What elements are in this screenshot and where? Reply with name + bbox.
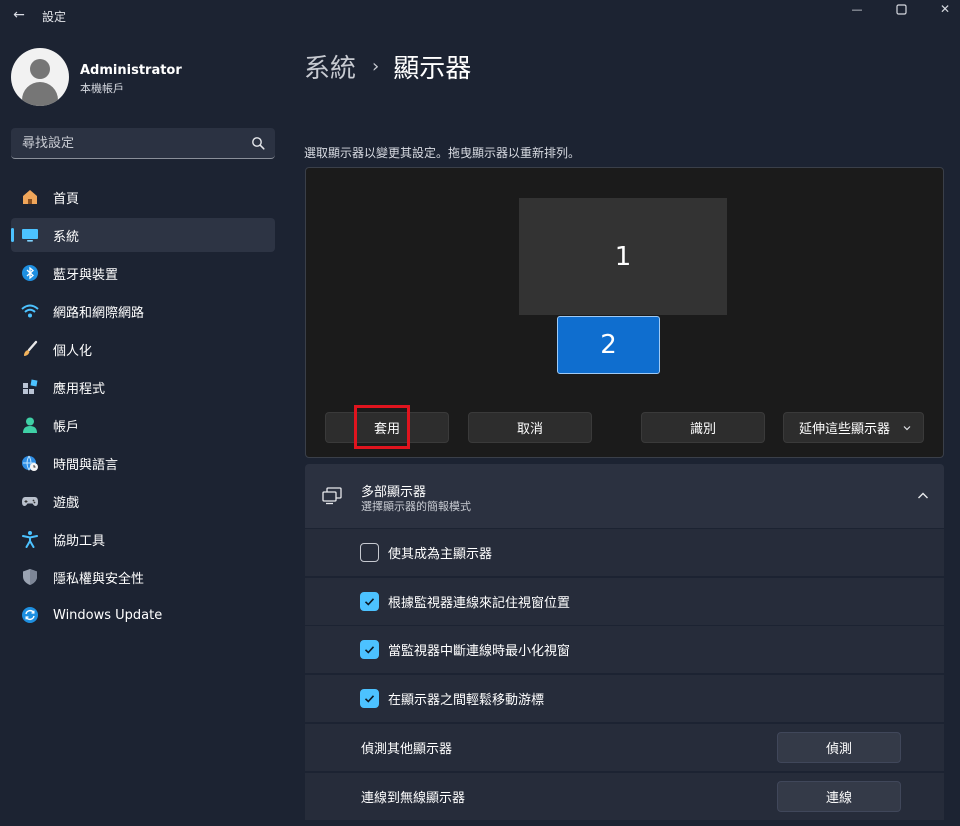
sidebar-item-label: Windows Update — [53, 607, 163, 623]
sidebar-item-label: 時間與語言 — [53, 457, 119, 473]
avatar[interactable] — [11, 48, 69, 106]
move-cursor-checkbox[interactable] — [360, 689, 379, 708]
chevron-down-icon — [903, 425, 911, 430]
maximize-icon — [895, 3, 907, 15]
monitor-1[interactable]: 1 — [519, 198, 727, 315]
search-input[interactable] — [11, 128, 241, 158]
back-arrow-icon: ← — [13, 7, 25, 23]
accessibility-icon — [21, 530, 39, 548]
cancel-button[interactable]: 取消 — [468, 412, 592, 443]
monitor-2[interactable]: 2 — [557, 316, 660, 374]
close-button[interactable]: ✕ — [922, 0, 960, 18]
person-icon — [21, 416, 39, 434]
title-bar: ← 設定 — ✕ — [0, 0, 960, 32]
gamepad-icon — [21, 492, 39, 510]
option-row-main-display: 使其成為主顯示器 — [305, 529, 944, 576]
option-label: 在顯示器之間輕鬆移動游標 — [388, 693, 545, 708]
multiple-displays-icon — [322, 487, 342, 505]
page-title: 顯示器 — [393, 54, 472, 84]
multiple-displays-header[interactable]: 多部顯示器 選擇顯示器的簡報模式 — [305, 464, 944, 528]
account-name: Administrator — [80, 63, 182, 78]
sidebar-item-home[interactable]: 首頁 — [11, 180, 275, 214]
breadcrumb-separator-icon: › — [372, 56, 380, 77]
connect-button[interactable]: 連線 — [777, 781, 901, 812]
sidebar-item-network[interactable]: 網路和網際網路 — [11, 294, 275, 328]
brush-icon — [21, 340, 39, 358]
remember-windows-checkbox[interactable] — [360, 592, 379, 611]
breadcrumb: 系統 › 顯示器 — [304, 48, 471, 85]
shield-icon — [21, 568, 39, 586]
minimize-windows-checkbox[interactable] — [360, 640, 379, 659]
checkmark-icon — [364, 598, 375, 606]
detect-button[interactable]: 偵測 — [777, 732, 901, 763]
detect-label: 偵測其他顯示器 — [361, 742, 453, 757]
checkmark-icon — [364, 646, 375, 654]
option-row-wireless: 連線到無線顯示器 連線 — [305, 773, 944, 820]
breadcrumb-parent-system[interactable]: 系統 — [304, 48, 356, 85]
sidebar-item-privacy[interactable]: 隱私權與安全性 — [11, 560, 275, 594]
option-label: 當監視器中斷連線時最小化視窗 — [388, 644, 571, 659]
sidebar-item-label: 應用程式 — [53, 381, 106, 397]
wifi-icon — [21, 302, 39, 320]
maximize-button[interactable] — [878, 0, 924, 18]
minimize-button[interactable]: — — [834, 0, 880, 18]
display-mode-dropdown[interactable]: 延伸這些顯示器 — [783, 412, 924, 443]
arrangement-hint: 選取顯示器以變更其設定。拖曳顯示器以重新排列。 — [304, 146, 581, 160]
home-icon — [21, 188, 39, 206]
sidebar-item-label: 協助工具 — [53, 533, 106, 549]
globe-clock-icon — [21, 454, 39, 472]
close-icon: ✕ — [939, 2, 951, 16]
sidebar-item-time-language[interactable]: 時間與語言 — [11, 446, 275, 480]
sidebar-item-label: 遊戲 — [53, 495, 80, 511]
sidebar-item-label: 隱私權與安全性 — [53, 571, 145, 587]
option-label: 使其成為主顯示器 — [388, 547, 493, 562]
account-type: 本機帳戶 — [80, 82, 124, 95]
monitor-label: 2 — [600, 330, 617, 360]
system-display-icon — [21, 226, 39, 244]
search-icon[interactable] — [251, 136, 265, 150]
sidebar-item-accessibility[interactable]: 協助工具 — [11, 522, 275, 556]
apply-highlight-box — [354, 405, 410, 449]
sidebar-item-bluetooth[interactable]: 藍牙與裝置 — [11, 256, 275, 290]
option-row-move-cursor: 在顯示器之間輕鬆移動游標 — [305, 675, 944, 722]
avatar-body-shape — [22, 82, 58, 106]
display-mode-value: 延伸這些顯示器 — [798, 422, 890, 437]
sidebar-item-apps[interactable]: 應用程式 — [11, 370, 275, 404]
display-arrangement-panel: 1 2 套用 取消 識別 延伸這些顯示器 — [305, 167, 944, 458]
bluetooth-icon — [21, 264, 39, 282]
sidebar-item-label: 藍牙與裝置 — [53, 267, 119, 283]
sidebar-item-label: 帳戶 — [53, 419, 80, 435]
avatar-head-shape — [30, 59, 50, 79]
update-icon — [21, 606, 39, 624]
multiple-displays-subtitle: 選擇顯示器的簡報模式 — [361, 500, 471, 513]
option-row-detect: 偵測其他顯示器 偵測 — [305, 724, 944, 771]
chevron-up-icon[interactable] — [916, 489, 930, 503]
sidebar-nav: 首頁 系統 藍牙與裝置 網路和網際網路 個人化 應用程式 帳戶 時間與語言 遊戲… — [11, 180, 275, 636]
option-label: 根據監視器連線來記住視窗位置 — [388, 596, 571, 611]
sidebar-item-gaming[interactable]: 遊戲 — [11, 484, 275, 518]
wireless-label: 連線到無線顯示器 — [361, 791, 466, 806]
main-display-checkbox[interactable] — [360, 543, 379, 562]
app-title: 設定 — [42, 10, 67, 24]
apps-icon — [21, 378, 39, 396]
option-row-minimize-windows: 當監視器中斷連線時最小化視窗 — [305, 626, 944, 673]
sidebar-item-windows-update[interactable]: Windows Update — [11, 598, 275, 632]
sidebar-item-personalization[interactable]: 個人化 — [11, 332, 275, 366]
identify-button[interactable]: 識別 — [641, 412, 765, 443]
sidebar-item-label: 網路和網際網路 — [53, 305, 145, 321]
sidebar-item-label: 首頁 — [53, 191, 80, 207]
sidebar-item-system[interactable]: 系統 — [11, 218, 275, 252]
monitor-label: 1 — [614, 241, 632, 272]
search-box[interactable] — [11, 128, 275, 159]
checkmark-icon — [364, 695, 375, 703]
sidebar-item-label: 個人化 — [53, 343, 93, 359]
minimize-icon: — — [851, 2, 863, 16]
sidebar-item-accounts[interactable]: 帳戶 — [11, 408, 275, 442]
sidebar-item-label: 系統 — [53, 229, 80, 245]
back-button[interactable]: ← — [8, 4, 30, 26]
option-row-remember-windows: 根據監視器連線來記住視窗位置 — [305, 578, 944, 625]
